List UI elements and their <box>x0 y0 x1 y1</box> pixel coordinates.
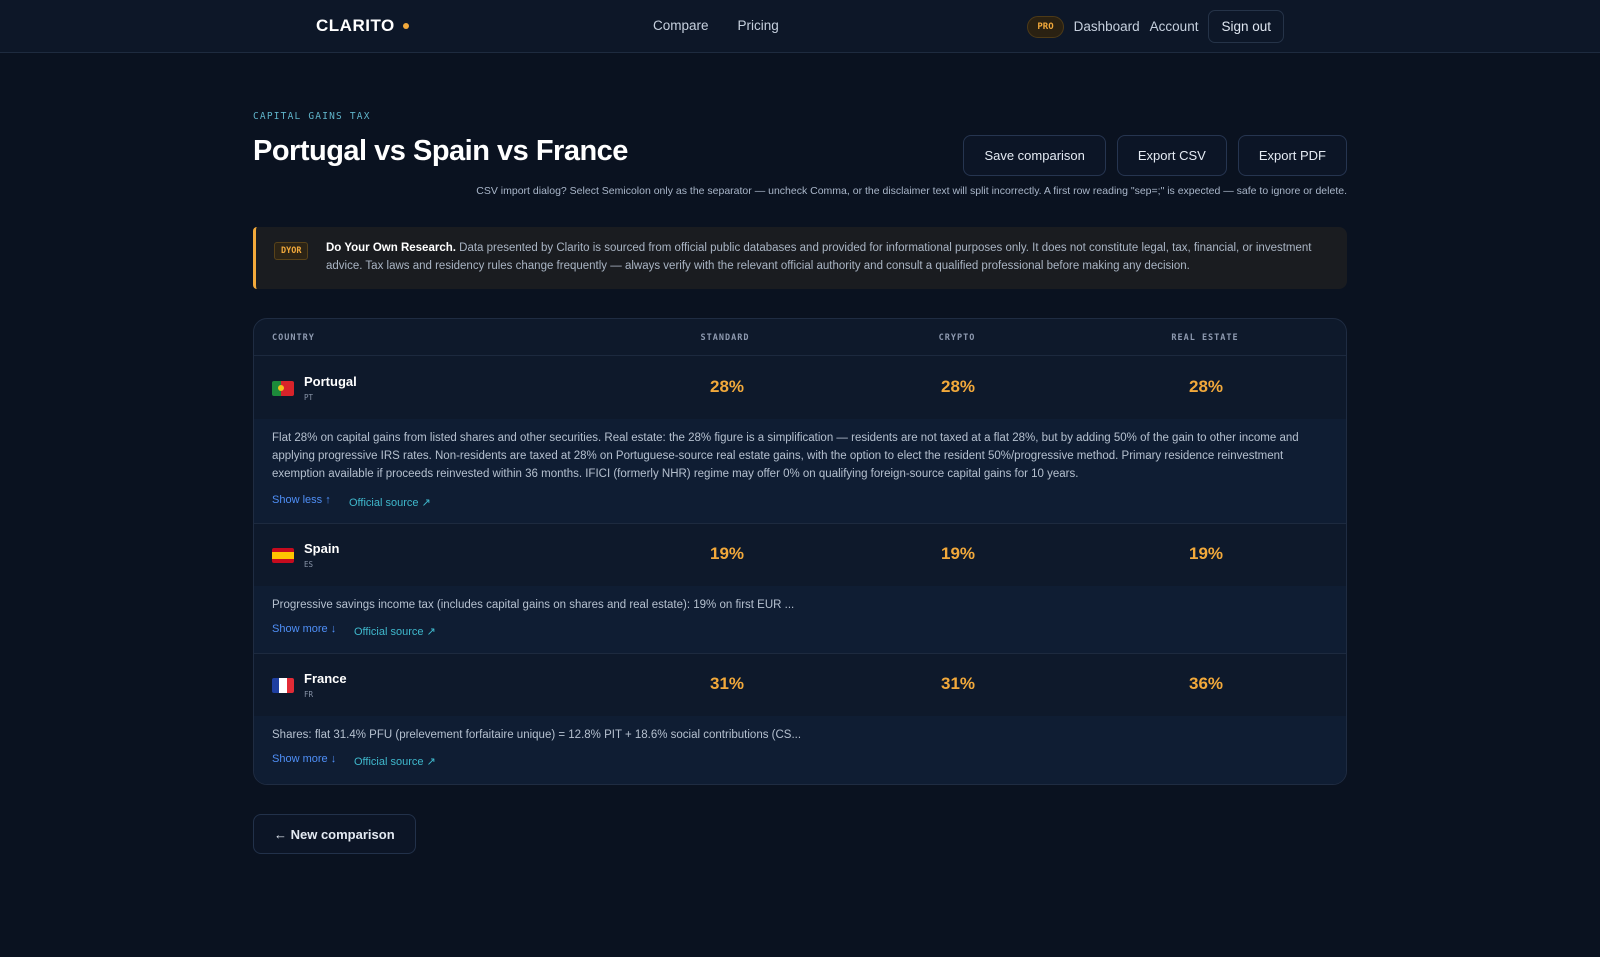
logo-dot-icon <box>402 23 409 29</box>
spain-flag-icon <box>272 548 294 563</box>
nav-link-pricing[interactable]: Pricing <box>738 18 779 33</box>
table-row-portugal: Portugal PT 28% 28% 28% <box>254 357 1346 419</box>
page-eyebrow: CAPITAL GAINS TAX <box>253 111 371 122</box>
comparison-table: COUNTRY STANDARD CRYPTO REAL ESTATE Port… <box>253 318 1347 785</box>
table-row-spain: Spain ES 19% 19% 19% <box>254 524 1346 586</box>
country-code: ES <box>304 560 314 569</box>
portugal-flag-icon <box>272 381 294 396</box>
dyor-disclaimer: DYOR Do Your Own Research. Data presente… <box>253 227 1347 289</box>
column-header-standard: STANDARD <box>700 333 750 343</box>
row-detail-france: Shares: flat 31.4% PFU (prelevement forf… <box>254 716 1346 784</box>
column-header-country: COUNTRY <box>272 333 315 343</box>
country-code: PT <box>304 393 314 402</box>
page-title: Portugal vs Spain vs France <box>253 135 628 167</box>
row-detail-portugal: Flat 28% on capital gains from listed sh… <box>254 419 1346 523</box>
row-detail-spain: Progressive savings income tax (includes… <box>254 586 1346 653</box>
detail-text: Flat 28% on capital gains from listed sh… <box>272 432 1299 480</box>
show-more-toggle[interactable]: Show more ↓ <box>272 753 336 765</box>
column-header-crypto: CRYPTO <box>938 333 976 343</box>
clarito-logo[interactable]: CLARITO <box>316 16 409 36</box>
export-csv-button[interactable]: Export CSV <box>1116 135 1227 176</box>
pro-badge: PRO <box>1027 15 1064 38</box>
logo-text: CLARITO <box>316 16 395 35</box>
export-pdf-button[interactable]: Export PDF <box>1237 135 1347 176</box>
nav-link-dashboard[interactable]: Dashboard <box>1074 19 1140 34</box>
top-navigation-bar: CLARITO Compare Pricing PRO Dashboard Ac… <box>0 0 1600 53</box>
standard-rate: 19% <box>709 544 745 563</box>
disclaimer-text: Data presented by Clarito is sourced fro… <box>326 242 1312 272</box>
disclaimer-body: Do Your Own Research. Data presented by … <box>326 239 1331 275</box>
real-estate-rate: 19% <box>1188 544 1224 563</box>
country-name: France <box>304 671 347 686</box>
nav-link-account[interactable]: Account <box>1150 19 1199 34</box>
crypto-rate: 19% <box>940 544 976 563</box>
crypto-rate: 31% <box>940 674 976 693</box>
official-source-link[interactable]: Official source ↗ <box>349 496 431 509</box>
column-header-real-estate: REAL ESTATE <box>1171 333 1239 343</box>
show-less-toggle[interactable]: Show less ↑ <box>272 494 331 506</box>
official-source-link[interactable]: Official source ↗ <box>354 755 436 768</box>
detail-text: Progressive savings income tax (includes… <box>272 599 795 611</box>
country-name: Portugal <box>304 374 357 389</box>
nav-link-compare[interactable]: Compare <box>653 18 709 33</box>
country-name: Spain <box>304 541 340 556</box>
csv-import-note: CSV import dialog? Select Semicolon only… <box>476 185 1347 197</box>
table-header: COUNTRY STANDARD CRYPTO REAL ESTATE <box>254 319 1346 356</box>
show-more-toggle[interactable]: Show more ↓ <box>272 623 336 635</box>
disclaimer-title: Do Your Own Research. <box>326 242 456 254</box>
real-estate-rate: 36% <box>1188 674 1224 693</box>
detail-text: Shares: flat 31.4% PFU (prelevement forf… <box>272 729 802 741</box>
standard-rate: 28% <box>709 377 745 396</box>
header-actions: Save comparison Export CSV Export PDF <box>963 135 1347 176</box>
official-source-link[interactable]: Official source ↗ <box>354 625 436 638</box>
dyor-badge: DYOR <box>274 242 309 260</box>
country-code: FR <box>304 690 314 699</box>
crypto-rate: 28% <box>940 377 976 396</box>
france-flag-icon <box>272 678 294 693</box>
real-estate-rate: 28% <box>1188 377 1224 396</box>
user-nav: PRO Dashboard Account Sign out <box>1027 10 1284 43</box>
new-comparison-button[interactable]: ← New comparison <box>253 814 416 854</box>
table-row-france: France FR 31% 31% 36% <box>254 654 1346 716</box>
sign-out-button[interactable]: Sign out <box>1208 10 1284 43</box>
save-comparison-button[interactable]: Save comparison <box>963 135 1106 176</box>
main-nav: Compare Pricing <box>653 18 779 33</box>
standard-rate: 31% <box>709 674 745 693</box>
